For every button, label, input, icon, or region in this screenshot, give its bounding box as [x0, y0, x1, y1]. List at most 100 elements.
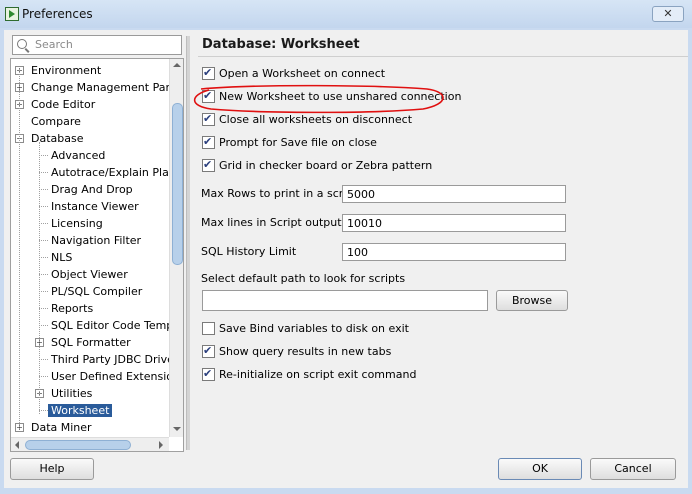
tree-item-label: Advanced — [51, 149, 106, 162]
tree-item[interactable]: Code Editor — [31, 96, 95, 113]
checkbox-box[interactable] — [202, 66, 215, 80]
tree-item[interactable]: User Defined Extension — [51, 368, 180, 385]
query-results-tabs-checkbox[interactable]: Show query results in new tabs — [202, 344, 392, 361]
tree-item-label: SQL Formatter — [51, 336, 131, 349]
max-lines-field[interactable]: 10010 — [342, 214, 566, 232]
tree-connector — [39, 325, 48, 326]
tree-item[interactable]: PL/SQL Compiler — [51, 283, 142, 300]
tree-item-label: Licensing — [51, 217, 103, 230]
tree-item-label: Autotrace/Explain Plan — [51, 166, 176, 179]
tree-connector — [39, 206, 48, 207]
tree-item[interactable]: Compare — [31, 113, 81, 130]
tree-item[interactable]: Instance Viewer — [51, 198, 139, 215]
tree-connector — [39, 376, 48, 377]
tree-vertical-scrollbar[interactable] — [169, 59, 183, 437]
tree-item[interactable]: Autotrace/Explain Plan — [51, 164, 176, 181]
tree-item-label: Compare — [31, 115, 81, 128]
tree-item[interactable]: Third Party JDBC Driver — [51, 351, 178, 368]
checkbox-label: Save Bind variables to disk on exit — [219, 322, 409, 335]
tree-item[interactable]: Drag And Drop — [51, 181, 133, 198]
max-lines-label: Max lines in Script output — [201, 216, 342, 229]
heading-divider — [198, 56, 688, 57]
tree-item[interactable]: Licensing — [51, 215, 103, 232]
tree-item-label: Change Management Param — [31, 81, 184, 94]
tree-horizontal-scrollbar[interactable] — [11, 437, 169, 451]
tree-item-label: Data Miner — [31, 421, 92, 434]
open-worksheet-checkbox[interactable]: Open a Worksheet on connect — [202, 66, 385, 83]
tree-connector — [39, 359, 48, 360]
tree-item[interactable]: Reports — [51, 300, 93, 317]
browse-button[interactable]: Browse — [496, 290, 568, 311]
search-placeholder: Search — [35, 38, 73, 51]
tree-connector — [39, 189, 48, 190]
script-path-label: Select default path to look for scripts — [201, 272, 406, 285]
zebra-pattern-checkbox[interactable]: Grid in checker board or Zebra pattern — [202, 158, 433, 175]
cancel-button[interactable]: Cancel — [590, 458, 676, 480]
tree-item[interactable]: Worksheet — [48, 402, 113, 419]
checkbox-label: Grid in checker board or Zebra pattern — [219, 159, 433, 172]
tree-item-label: Instance Viewer — [51, 200, 139, 213]
tree-item[interactable]: Change Management Param — [31, 79, 184, 96]
checkbox-box[interactable] — [202, 344, 215, 358]
unshared-connection-checkbox[interactable]: New Worksheet to use unshared connection — [202, 89, 462, 106]
tree-item-label: Third Party JDBC Driver — [51, 353, 179, 366]
window-title: Preferences — [22, 7, 93, 21]
checkbox-box[interactable] — [202, 367, 215, 381]
scroll-up-icon[interactable] — [173, 63, 181, 67]
tree-item-label: Navigation Filter — [51, 234, 142, 247]
checkbox-label: Re-initialize on script exit command — [219, 368, 417, 381]
scroll-left-icon[interactable] — [15, 441, 19, 449]
tree-item[interactable]: Data Miner — [31, 419, 92, 436]
search-input[interactable]: Search — [12, 35, 182, 55]
scroll-down-icon[interactable] — [173, 427, 181, 431]
checkbox-label: Prompt for Save file on close — [219, 136, 377, 149]
tree-connector — [39, 308, 48, 309]
tree-item[interactable]: Utilities — [51, 385, 92, 402]
tree-item-label: Worksheet — [48, 404, 113, 417]
sql-history-label: SQL History Limit — [201, 245, 297, 258]
tree-connector — [39, 410, 48, 411]
close-worksheets-checkbox[interactable]: Close all worksheets on disconnect — [202, 112, 413, 129]
tree-connector — [39, 172, 48, 173]
ok-button[interactable]: OK — [498, 458, 582, 480]
checkbox-label: New Worksheet to use unshared connection — [219, 90, 462, 103]
sql-history-field[interactable]: 100 — [342, 243, 566, 261]
checkbox-box[interactable] — [202, 158, 215, 172]
help-button[interactable]: Help — [10, 458, 94, 480]
tree-item-label: Reports — [51, 302, 94, 315]
tree-vertical-scroll-thumb[interactable] — [172, 103, 183, 265]
tree-connector — [39, 291, 48, 292]
checkbox-box[interactable] — [202, 89, 215, 103]
tree-connector — [39, 274, 48, 275]
search-icon — [17, 39, 27, 49]
tree-connector — [39, 240, 48, 241]
max-rows-field[interactable]: 5000 — [342, 185, 566, 203]
tree-item[interactable]: NLS — [51, 249, 72, 266]
tree-item-label: SQL Editor Code Templa — [51, 319, 184, 332]
tree-item-label: Utilities — [51, 387, 93, 400]
checkbox-box[interactable] — [202, 321, 215, 335]
reinitialize-checkbox[interactable]: Re-initialize on script exit command — [202, 367, 417, 384]
checkbox-box[interactable] — [202, 112, 215, 126]
tree-item[interactable]: Object Viewer — [51, 266, 128, 283]
tree-horizontal-scroll-thumb[interactable] — [25, 440, 131, 450]
tree-item-label: Code Editor — [31, 98, 96, 111]
tree-connector — [39, 155, 48, 156]
close-button[interactable]: ✕ — [652, 6, 684, 22]
checkbox-box[interactable] — [202, 135, 215, 149]
tree-item-label: Object Viewer — [51, 268, 128, 281]
preferences-tree[interactable]: Environment + Change Management Param + Code… — [10, 58, 184, 452]
tree-item[interactable]: Navigation Filter — [51, 232, 141, 249]
checkbox-label: Show query results in new tabs — [219, 345, 392, 358]
tree-connector — [39, 257, 48, 258]
checkbox-label: Close all worksheets on disconnect — [219, 113, 413, 126]
prompt-save-checkbox[interactable]: Prompt for Save file on close — [202, 135, 377, 152]
save-bind-variables-checkbox[interactable]: Save Bind variables to disk on exit — [202, 321, 409, 338]
tree-item[interactable]: SQL Formatter — [51, 334, 131, 351]
scroll-right-icon[interactable] — [159, 441, 163, 449]
tree-item[interactable]: Advanced — [51, 147, 105, 164]
panel-splitter[interactable] — [186, 36, 190, 450]
tree-item[interactable]: SQL Editor Code Templa — [51, 317, 183, 334]
tree-item[interactable]: Environment — [31, 62, 101, 79]
script-path-field[interactable] — [202, 290, 488, 311]
